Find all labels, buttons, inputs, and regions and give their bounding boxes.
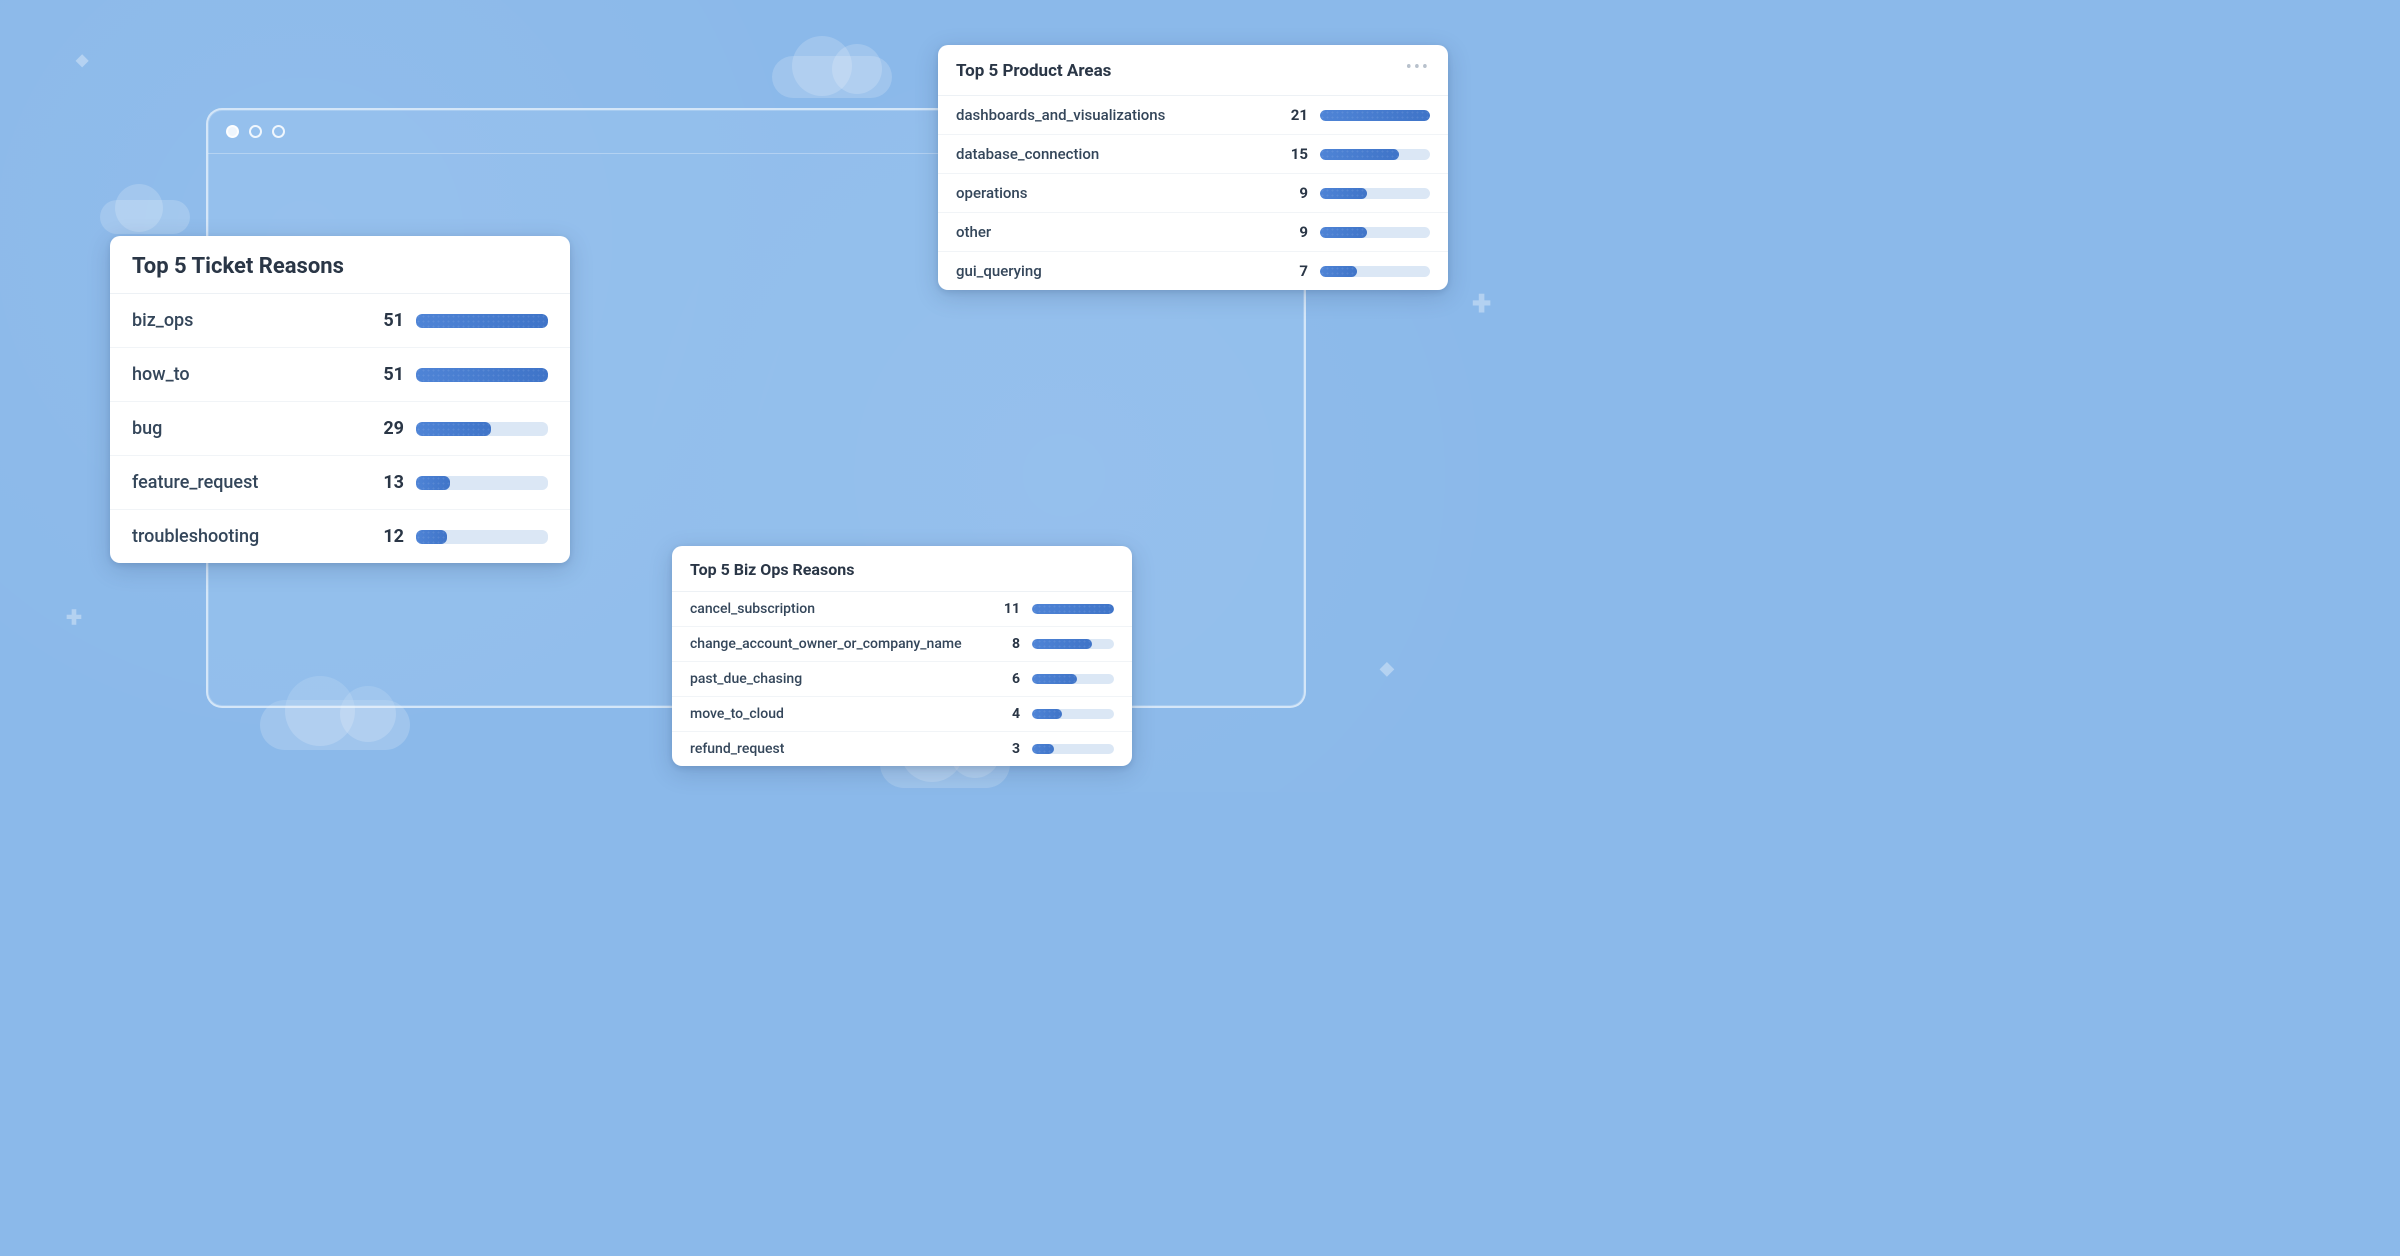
card-ticket-reasons: Top 5 Ticket Reasons biz_ops 51 how_to 5… [110,236,570,563]
list-item[interactable]: past_due_chasing 6 [672,662,1132,697]
row-value: 9 [1284,184,1308,202]
bar-fill [416,314,548,328]
bar-track [416,476,548,490]
row-label: refund_request [690,741,990,757]
window-dot-icon [272,125,285,138]
list-item[interactable]: dashboards_and_visualizations 21 [938,96,1448,135]
card-product-areas: Top 5 Product Areas ••• dashboards_and_v… [938,45,1448,290]
sparkle-icon: + [1472,282,1491,324]
bar-track [1320,188,1430,199]
list-item[interactable]: how_to 51 [110,348,570,402]
row-value: 3 [998,741,1020,757]
bar-fill [1032,604,1114,614]
bar-fill [416,368,548,382]
bar-track [416,314,548,328]
row-value: 21 [1284,106,1308,124]
bar-fill [1320,227,1367,238]
bar-fill [416,530,447,544]
diamond-icon: ◆ [1380,658,1394,679]
bar-fill [1320,110,1430,121]
row-label: other [956,223,1276,241]
row-value: 29 [370,418,404,439]
card-title: Top 5 Product Areas [956,61,1111,81]
bar-track [1320,227,1430,238]
row-label: gui_querying [956,262,1276,280]
list-item[interactable]: troubleshooting 12 [110,510,570,563]
bar-track [1320,149,1430,160]
bar-fill [1032,639,1092,649]
list-item[interactable]: operations 9 [938,174,1448,213]
row-value: 9 [1284,223,1308,241]
row-value: 8 [998,636,1020,652]
row-value: 15 [1284,145,1308,163]
bar-fill [1320,149,1399,160]
row-label: dashboards_and_visualizations [956,106,1276,124]
bar-track [1320,110,1430,121]
row-label: change_account_owner_or_company_name [690,636,990,652]
card-menu-button[interactable]: ••• [1406,59,1430,83]
row-label: bug [132,418,362,439]
row-value: 12 [370,526,404,547]
bar-track [416,422,548,436]
window-dot-icon [249,125,262,138]
card-header: Top 5 Biz Ops Reasons [672,546,1132,592]
row-value: 6 [998,671,1020,687]
bar-fill [1320,188,1367,199]
bar-track [1032,604,1114,614]
row-label: troubleshooting [132,526,362,547]
card-title: Top 5 Ticket Reasons [132,254,344,279]
row-label: feature_request [132,472,362,493]
row-label: cancel_subscription [690,601,990,617]
row-label: past_due_chasing [690,671,990,687]
sparkle-icon: + [66,600,82,635]
card-header: Top 5 Product Areas ••• [938,45,1448,96]
bar-fill [1032,674,1077,684]
list-item[interactable]: cancel_subscription 11 [672,592,1132,627]
cloud-icon [100,200,190,234]
bar-track [416,368,548,382]
bar-track [1032,639,1114,649]
list-item[interactable]: change_account_owner_or_company_name 8 [672,627,1132,662]
row-label: database_connection [956,145,1276,163]
list-item[interactable]: other 9 [938,213,1448,252]
bar-fill [416,422,491,436]
row-value: 13 [370,472,404,493]
list-item[interactable]: feature_request 13 [110,456,570,510]
row-value: 11 [998,601,1020,617]
bar-track [1320,266,1430,277]
card-bizops-reasons: Top 5 Biz Ops Reasons cancel_subscriptio… [672,546,1132,766]
list-item[interactable]: biz_ops 51 [110,294,570,348]
list-item[interactable]: database_connection 15 [938,135,1448,174]
bar-fill [1032,709,1062,719]
row-value: 51 [370,364,404,385]
row-label: move_to_cloud [690,706,990,722]
card-header: Top 5 Ticket Reasons [110,236,570,294]
row-value: 4 [998,706,1020,722]
bar-fill [416,476,450,490]
bar-track [1032,709,1114,719]
list-item[interactable]: gui_querying 7 [938,252,1448,290]
row-value: 7 [1284,262,1308,280]
list-item[interactable]: bug 29 [110,402,570,456]
bar-fill [1320,266,1357,277]
bar-track [1032,744,1114,754]
window-dot-icon [226,125,239,138]
diamond-icon: ◆ [76,50,88,69]
bar-fill [1032,744,1054,754]
list-item[interactable]: move_to_cloud 4 [672,697,1132,732]
cloud-icon [772,56,892,98]
row-label: how_to [132,364,362,385]
bar-track [1032,674,1114,684]
card-title: Top 5 Biz Ops Reasons [690,560,854,579]
row-value: 51 [370,310,404,331]
bar-track [416,530,548,544]
row-label: biz_ops [132,310,362,331]
list-item[interactable]: refund_request 3 [672,732,1132,766]
row-label: operations [956,184,1276,202]
